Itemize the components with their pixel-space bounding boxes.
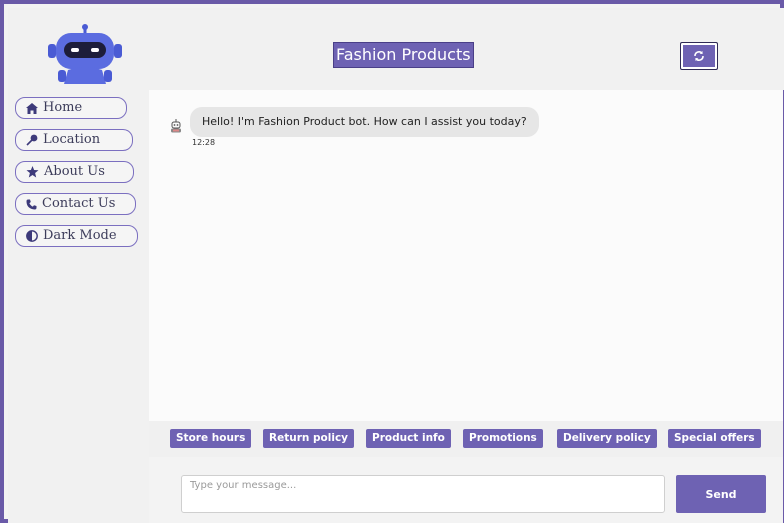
refresh-icon bbox=[693, 47, 705, 66]
chat-area: Hello! I'm Fashion Product bot. How can … bbox=[149, 90, 783, 421]
sidebar-item-contact-us[interactable]: Contact Us bbox=[15, 193, 136, 215]
sidebar-item-label: About Us bbox=[44, 164, 105, 179]
bot-message-bubble: Hello! I'm Fashion Product bot. How can … bbox=[190, 107, 539, 137]
home-icon bbox=[26, 102, 38, 114]
star-icon bbox=[26, 166, 39, 178]
message-timestamp: 12:28 bbox=[192, 138, 216, 147]
quick-reply-store-hours[interactable]: Store hours bbox=[170, 429, 252, 448]
quick-reply-return-policy[interactable]: Return policy bbox=[263, 429, 355, 448]
message-input[interactable] bbox=[181, 475, 665, 513]
sidebar-item-label: Location bbox=[43, 132, 101, 147]
page-title: Fashion Products bbox=[333, 42, 474, 68]
quick-reply-product-info[interactable]: Product info bbox=[366, 429, 451, 448]
contrast-icon bbox=[26, 230, 38, 242]
phone-icon bbox=[26, 199, 37, 210]
sidebar-item-about-us[interactable]: About Us bbox=[15, 161, 134, 183]
sidebar-item-home[interactable]: Home bbox=[15, 97, 127, 119]
refresh-button[interactable] bbox=[680, 42, 718, 70]
pin-icon bbox=[26, 134, 38, 146]
sidebar-item-location[interactable]: Location bbox=[15, 129, 133, 151]
sidebar-item-label: Contact Us bbox=[42, 196, 116, 211]
sidebar-item-label: Home bbox=[43, 100, 83, 115]
bot-avatar-icon bbox=[170, 118, 182, 133]
dark-mode-toggle[interactable]: Dark Mode bbox=[15, 225, 138, 247]
quick-replies: Store hours Return policy Product info P… bbox=[149, 421, 783, 457]
sidebar-item-label: Dark Mode bbox=[43, 228, 117, 243]
quick-reply-delivery-policy[interactable]: Delivery policy bbox=[557, 429, 657, 448]
quick-reply-promotions[interactable]: Promotions bbox=[463, 429, 543, 448]
send-button[interactable]: Send bbox=[676, 475, 766, 513]
quick-reply-special-offers[interactable]: Special offers bbox=[668, 429, 761, 448]
header: Fashion Products bbox=[8, 8, 784, 90]
app-window: Fashion Products Home Location About Us … bbox=[0, 0, 784, 523]
sidebar: Home Location About Us Contact Us Dark M… bbox=[8, 90, 149, 523]
composer: Send bbox=[149, 457, 783, 523]
robot-icon bbox=[42, 24, 128, 86]
